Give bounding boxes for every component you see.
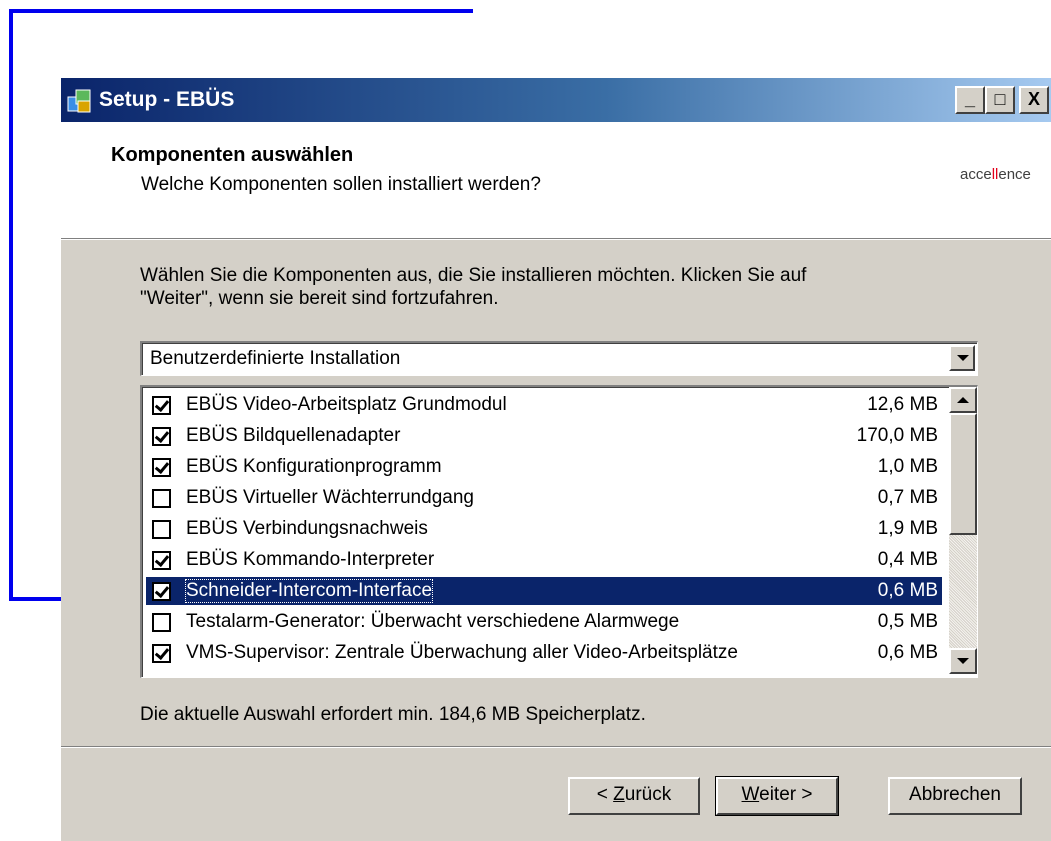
checkmark-icon (154, 551, 170, 568)
component-size: 0,4 MB (877, 549, 938, 570)
scroll-thumb[interactable] (949, 413, 977, 535)
dropdown-button[interactable] (949, 345, 975, 371)
checkbox-checked[interactable] (152, 551, 171, 570)
header-divider (61, 238, 1051, 240)
minimize-button[interactable]: _ (955, 86, 985, 114)
maximize-button[interactable]: □ (985, 86, 1015, 114)
component-size: 12,6 MB (867, 394, 938, 415)
instruction-text: Wählen Sie die Komponenten aus, die Sie … (140, 265, 807, 309)
cancel-button[interactable]: Abbrechen (888, 777, 1022, 815)
component-size: 0,6 MB (877, 580, 938, 601)
checkmark-icon (154, 427, 170, 444)
component-label: EBÜS Bildquellenadapter (186, 425, 401, 446)
scroll-down-button[interactable] (949, 648, 977, 674)
checkmark-icon (154, 582, 170, 599)
setup-app-icon (67, 89, 91, 113)
component-label: Testalarm-Generator: Überwacht verschied… (186, 611, 680, 632)
next-button[interactable]: Weiter > (715, 776, 839, 816)
annotation-line-top (9, 9, 473, 13)
install-type-value: Benutzerdefinierte Installation (150, 348, 401, 369)
component-row[interactable]: EBÜS Kommando-Interpreter 0,4 MB (146, 546, 942, 574)
setup-window: Setup - EBÜS _ □ X Komponenten auswählen… (61, 78, 1051, 841)
annotation-line-left (9, 9, 13, 600)
checkmark-icon (154, 396, 170, 413)
scroll-down-icon (957, 658, 969, 664)
component-row[interactable]: VMS-Supervisor: Zentrale Überwachung all… (146, 639, 942, 667)
scroll-up-button[interactable] (949, 387, 977, 413)
component-row[interactable]: EBÜS Konfigurationprogramm 1,0 MB (146, 453, 942, 481)
checkbox-unchecked[interactable] (152, 489, 171, 508)
checkbox-checked[interactable] (152, 396, 171, 415)
component-row[interactable]: EBÜS Virtueller Wächterrundgang 0,7 MB (146, 484, 942, 512)
component-label: EBÜS Konfigurationprogramm (186, 456, 442, 477)
wizard-header: Komponenten auswählen Welche Komponenten… (61, 122, 1051, 240)
checkmark-icon (154, 644, 170, 661)
title-bar[interactable]: Setup - EBÜS _ □ X (61, 78, 1051, 122)
minimize-icon: _ (964, 89, 975, 109)
component-label: EBÜS Kommando-Interpreter (186, 549, 435, 570)
page-subtitle: Welche Komponenten sollen installiert we… (141, 174, 541, 195)
close-button[interactable]: X (1019, 86, 1049, 114)
components-scrollbar[interactable] (949, 387, 977, 674)
component-label: VMS-Supervisor: Zentrale Überwachung all… (186, 642, 738, 663)
accellence-logo: accellence (960, 166, 1031, 183)
footer-divider (61, 746, 1051, 748)
component-size: 1,0 MB (877, 456, 938, 477)
component-size: 170,0 MB (856, 425, 938, 446)
page-title: Komponenten auswählen (111, 144, 354, 166)
component-size: 0,6 MB (877, 642, 938, 663)
install-type-select[interactable]: Benutzerdefinierte Installation (140, 341, 978, 376)
checkbox-unchecked[interactable] (152, 613, 171, 632)
component-row[interactable]: EBÜS Verbindungsnachweis 1,9 MB (146, 515, 942, 543)
scroll-up-icon (957, 397, 969, 403)
component-size: 0,7 MB (877, 487, 938, 508)
checkbox-checked[interactable] (152, 582, 171, 601)
component-size: 0,5 MB (877, 611, 938, 632)
component-label: Schneider-Intercom-Interface (184, 579, 434, 603)
component-row[interactable]: Testalarm-Generator: Überwacht verschied… (146, 608, 942, 636)
component-label: EBÜS Virtueller Wächterrundgang (186, 487, 474, 508)
close-icon: X (1027, 89, 1040, 109)
checkbox-checked[interactable] (152, 644, 171, 663)
window-title: Setup - EBÜS (99, 88, 235, 111)
component-row[interactable]: EBÜS Bildquellenadapter 170,0 MB (146, 422, 942, 450)
checkbox-unchecked[interactable] (152, 520, 171, 539)
checkmark-icon (154, 458, 170, 475)
component-label: EBÜS Verbindungsnachweis (186, 518, 428, 539)
space-required-text: Die aktuelle Auswahl erfordert min. 184,… (140, 704, 646, 725)
back-button[interactable]: < Zurück (568, 777, 700, 815)
chevron-down-icon (957, 355, 969, 361)
component-label: EBÜS Video-Arbeitsplatz Grundmodul (186, 394, 507, 415)
component-size: 1,9 MB (877, 518, 938, 539)
maximize-icon: □ (994, 89, 1006, 109)
component-row[interactable]: Schneider-Intercom-Interface 0,6 MB (146, 577, 942, 605)
checkbox-checked[interactable] (152, 458, 171, 477)
component-row[interactable]: EBÜS Video-Arbeitsplatz Grundmodul 12,6 M… (146, 391, 942, 419)
components-list[interactable]: EBÜS Video-Arbeitsplatz Grundmodul 12,6 M… (140, 385, 978, 678)
checkbox-checked[interactable] (152, 427, 171, 446)
